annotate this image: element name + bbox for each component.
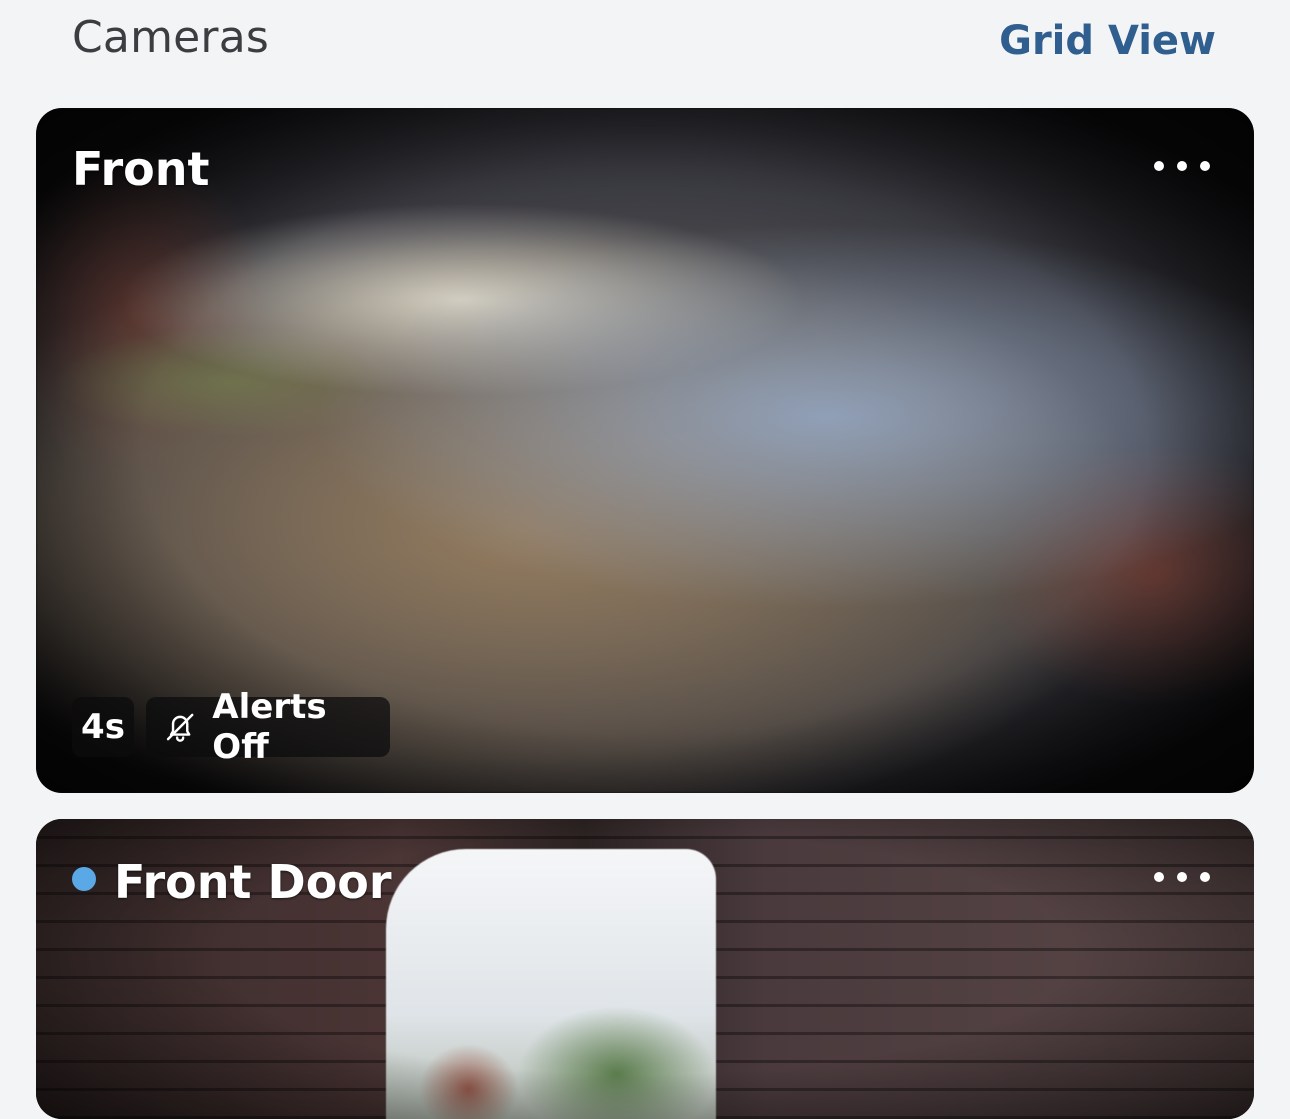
page-title: Cameras	[72, 12, 269, 63]
camera-name: Front	[72, 142, 210, 196]
alerts-status-label: Alerts Off	[212, 687, 327, 767]
more-dot-icon	[1154, 872, 1164, 882]
bell-off-icon	[166, 713, 194, 742]
live-status-dot	[72, 867, 96, 891]
more-dot-icon	[1177, 161, 1187, 171]
recording-duration-badge: 4s	[72, 697, 134, 757]
more-dot-icon	[1200, 872, 1210, 882]
camera-card-front[interactable]: Front 4s Alerts Off	[36, 108, 1254, 793]
camera-card-front-door[interactable]: Front Door	[36, 819, 1254, 1119]
camera-name: Front Door	[114, 855, 392, 909]
more-dot-icon	[1200, 161, 1210, 171]
more-options-button[interactable]	[1154, 148, 1210, 184]
grid-view-link[interactable]: Grid View	[999, 18, 1216, 64]
page-header: Cameras Grid View	[0, 0, 1290, 90]
more-dot-icon	[1177, 872, 1187, 882]
more-options-button[interactable]	[1154, 859, 1210, 895]
alerts-status-badge[interactable]: Alerts Off	[146, 687, 390, 767]
more-dot-icon	[1154, 161, 1164, 171]
